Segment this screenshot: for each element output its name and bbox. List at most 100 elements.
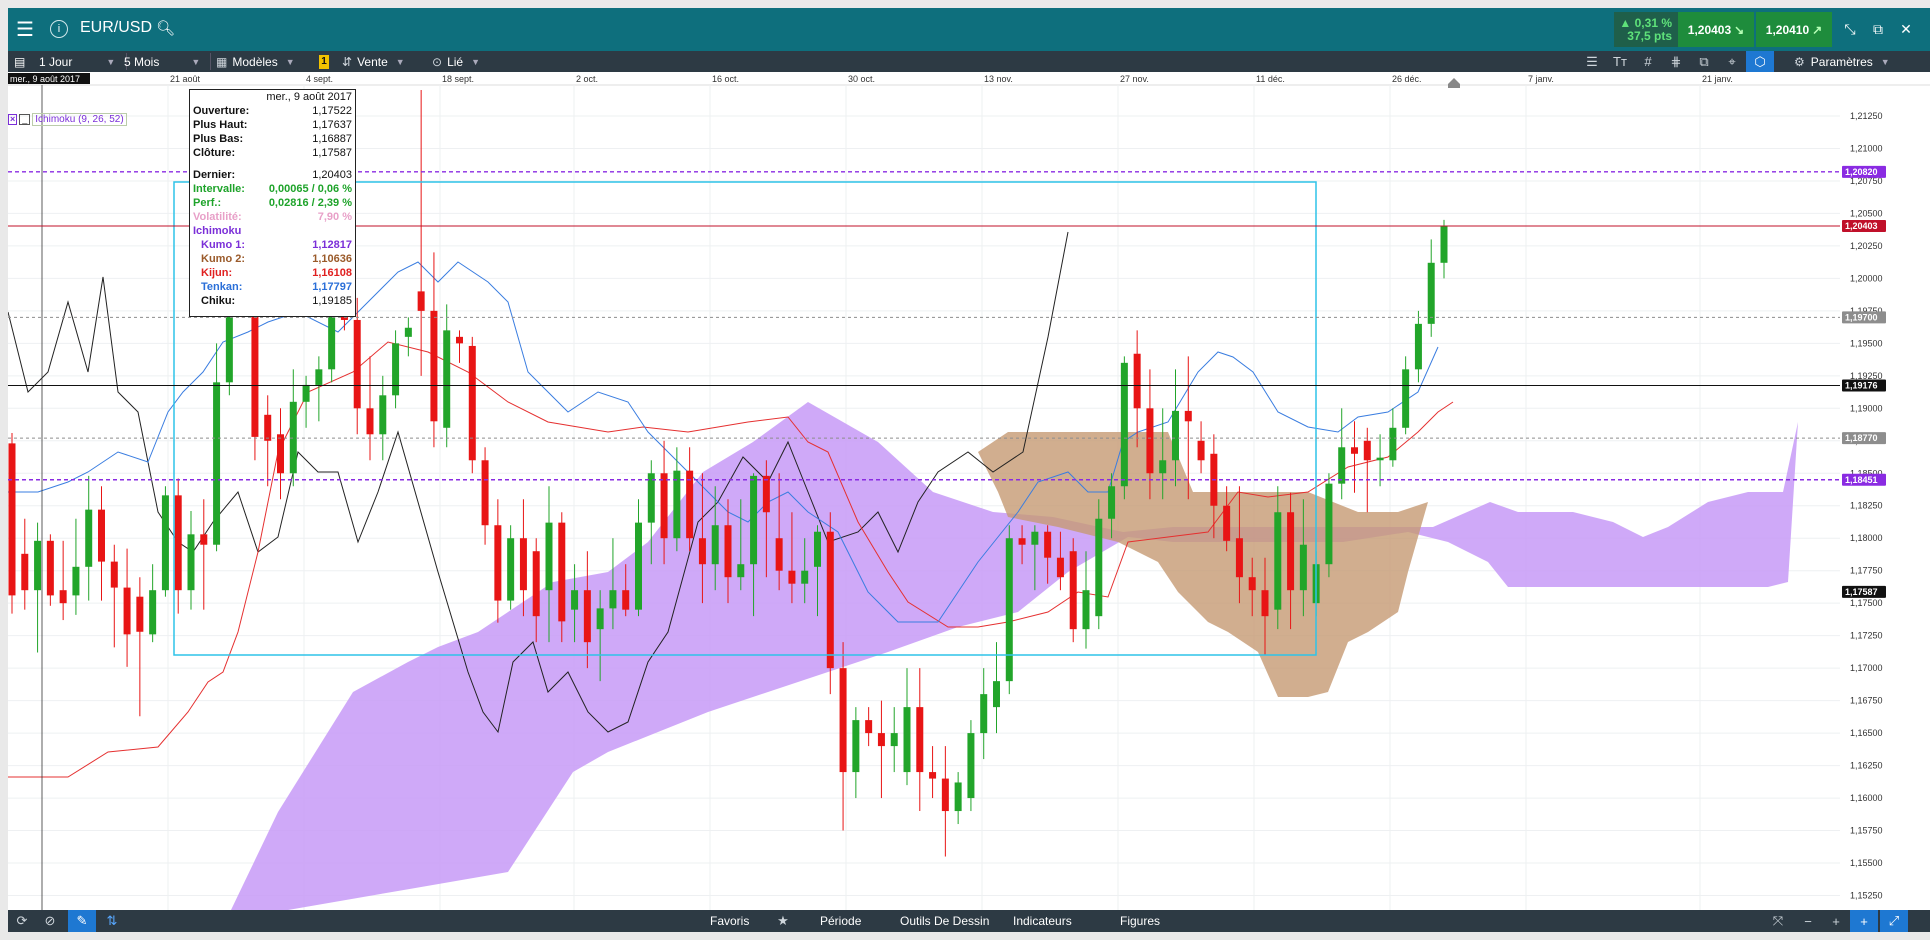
- ask-price: 1,20410: [1765, 22, 1810, 37]
- figures-menu[interactable]: Figures: [1120, 910, 1160, 932]
- zoom-out-icon[interactable]: −: [1794, 910, 1822, 932]
- sell-price-button[interactable]: 1,20403 ↘: [1678, 12, 1754, 47]
- crosshair-add-icon[interactable]: +: [1850, 910, 1878, 932]
- buy-price-button[interactable]: 1,20410 ↗: [1756, 12, 1832, 47]
- candle-body: [903, 707, 911, 773]
- y-tick-label: 1,17000: [1850, 663, 1883, 673]
- crosshair-icon[interactable]: ⌖: [1718, 51, 1746, 72]
- candle-body: [673, 470, 681, 539]
- candle-body: [289, 401, 297, 474]
- block-icon[interactable]: ⊘: [36, 910, 64, 932]
- pencil-icon[interactable]: ✎: [68, 910, 96, 932]
- close-icon[interactable]: ✕: [1892, 8, 1920, 51]
- y-tick-label: 1,19000: [1850, 403, 1883, 413]
- candle-body: [1248, 577, 1256, 591]
- alerts-badge[interactable]: 1: [319, 51, 329, 72]
- search-icon[interactable]: 🔍︎: [156, 19, 175, 37]
- fit-icon[interactable]: ⤢: [1880, 910, 1908, 932]
- chevron-down-icon: ▼: [471, 56, 480, 67]
- candle-body: [1146, 408, 1154, 474]
- chart-list-icon[interactable]: ▤: [14, 51, 25, 72]
- link-button[interactable]: ⊙ Lié ▼: [432, 51, 480, 72]
- candle-body: [839, 668, 847, 773]
- candle-body: [609, 590, 617, 609]
- drawing-tools-menu[interactable]: Outils De Dessin: [900, 910, 989, 932]
- pan-icon[interactable]: ⤧: [1764, 910, 1792, 932]
- candle-body: [1363, 440, 1371, 461]
- tooltip-row: Dernier: 1,20403: [190, 168, 355, 182]
- templates-icon: ▦: [216, 54, 228, 69]
- candle-body: [1018, 538, 1026, 545]
- price-tag-label: 1,18451: [1845, 475, 1878, 485]
- swap-icon[interactable]: ⇅: [98, 910, 126, 932]
- refresh-icon[interactable]: ⟳: [8, 910, 36, 932]
- period-menu[interactable]: Période: [820, 910, 861, 932]
- text-size-icon[interactable]: Tт: [1606, 51, 1634, 72]
- tooltip-value: 1,17522: [312, 105, 352, 117]
- candle-body: [1172, 410, 1179, 461]
- candle-body: [443, 330, 451, 428]
- collapse-icon[interactable]: ⤡: [1836, 8, 1864, 51]
- list-icon[interactable]: ☰: [1578, 51, 1606, 72]
- price-tag-label: 1,19176: [1845, 380, 1878, 390]
- indicators-menu[interactable]: Indicateurs: [1013, 910, 1072, 932]
- y-tick-label: 1,17250: [1850, 631, 1883, 641]
- star-icon[interactable]: ★: [769, 910, 797, 932]
- instrument-name[interactable]: EUR/USD: [80, 19, 152, 37]
- candle-body: [1299, 544, 1307, 591]
- tooltip-row: Chiku: 1,19185: [190, 294, 355, 308]
- candle-body: [788, 570, 796, 584]
- candle-body: [929, 772, 937, 779]
- order-mode-button[interactable]: ⇵ Vente ▼: [342, 51, 405, 72]
- duplicate-icon[interactable]: ⧉: [1690, 51, 1718, 72]
- candle-body: [98, 509, 105, 562]
- chevron-down-icon: ▼: [191, 56, 201, 67]
- remove-indicator-icon[interactable]: ×: [8, 114, 18, 125]
- menu-icon[interactable]: ☰: [8, 8, 42, 51]
- candle-body: [277, 434, 284, 474]
- candle-body: [865, 720, 873, 734]
- candle-body: [1044, 531, 1052, 558]
- zoom-in-icon[interactable]: +: [1822, 910, 1850, 932]
- y-tick-label: 1,15250: [1850, 891, 1883, 901]
- candle-body: [686, 470, 694, 539]
- divider: [210, 53, 211, 70]
- candle-body: [750, 475, 758, 565]
- x-tick-label: 21 août: [170, 74, 201, 84]
- candle-body: [826, 531, 834, 669]
- instrument-header: ☰ i EUR/USD 🔍︎ ▲ 0,31 % 37,5 pts 1,20403…: [8, 8, 1930, 51]
- x-tick-label: 21 janv.: [1702, 74, 1733, 84]
- candle-body: [1338, 447, 1346, 484]
- favorites-menu[interactable]: Favoris: [710, 910, 749, 932]
- tooltip-value: 1,12817: [312, 239, 352, 251]
- candle-body: [264, 414, 272, 441]
- period-select[interactable]: 5 Mois ▼: [124, 51, 208, 72]
- settings-button[interactable]: ⚙ Paramètres ▼: [1794, 51, 1890, 72]
- chevron-down-icon: ▼: [1880, 56, 1890, 67]
- candle-body: [136, 596, 144, 632]
- tag-icon[interactable]: ⬡: [1746, 51, 1774, 72]
- info-icon[interactable]: i: [50, 20, 68, 38]
- change-percent: ▲ 0,31 %: [1619, 15, 1672, 30]
- interval-select[interactable]: 1 Jour ▼: [39, 51, 125, 72]
- minimize-indicator-icon[interactable]: _: [19, 114, 31, 125]
- tooltip-value: 1,16887: [312, 133, 352, 145]
- candle-body: [110, 561, 118, 588]
- candle-body: [698, 538, 706, 565]
- candle-body: [1427, 262, 1435, 324]
- crosshair-grid-icon[interactable]: ⋕: [1662, 51, 1690, 72]
- popout-icon[interactable]: ⧉: [1864, 8, 1892, 51]
- candle-body: [85, 509, 93, 567]
- templates-button[interactable]: ▦ Modèles ▼: [216, 51, 295, 72]
- candle-body: [1440, 226, 1448, 263]
- candle-body: [852, 720, 860, 773]
- indicator-legend[interactable]: × _ Ichimoku (9, 26, 52): [8, 113, 127, 126]
- tooltip-value: 7,90 %: [317, 211, 352, 223]
- tooltip-label: Volatilité:: [193, 211, 242, 223]
- grid-icon[interactable]: #: [1634, 51, 1662, 72]
- candle-body: [161, 495, 169, 591]
- candle-body: [762, 475, 770, 513]
- order-label: Vente: [357, 54, 388, 69]
- candle-body: [1056, 557, 1064, 578]
- tooltip-row: Kumo 1: 1,12817: [190, 238, 355, 252]
